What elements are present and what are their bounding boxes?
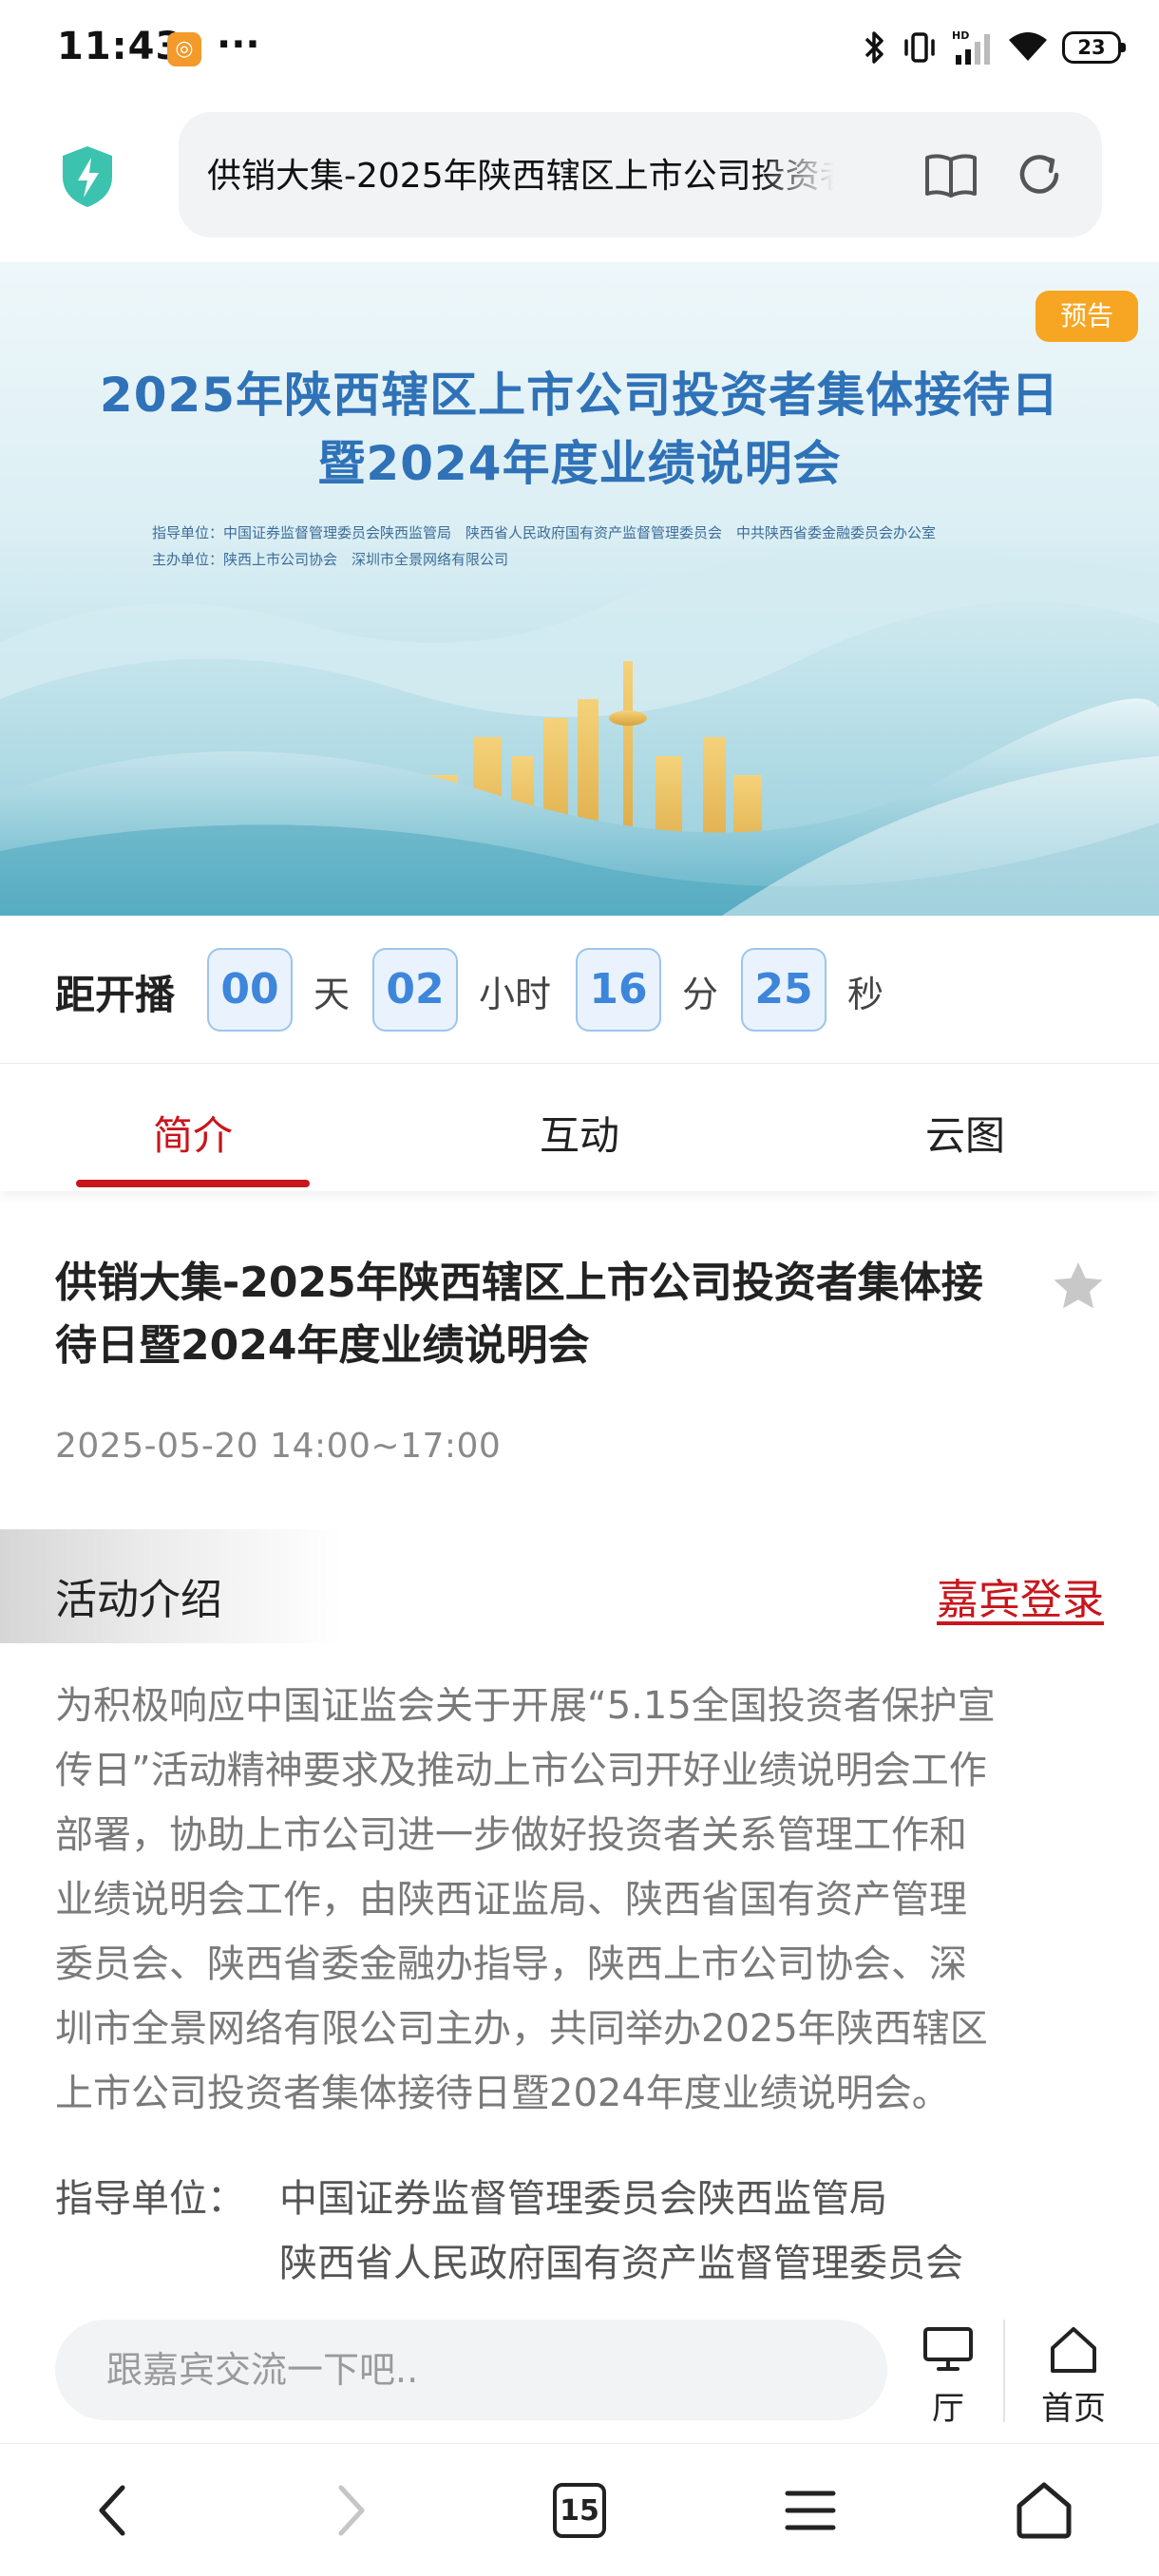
status-bar: 11:43 ◎ ··· HD 23 [0,0,1159,99]
event-banner: 预告 2025年陕西辖区上市公司投资者集体接待日 暨2024年度业绩说明会 指导… [0,262,1159,916]
live-countdown: 距开播 00 天 02 小时 16 分 25 秒 [0,916,1159,1064]
preview-badge: 预告 [1036,291,1138,342]
home-icon [1051,2327,1096,2373]
banner-host-orgs: 主办单位：陕西上市公司协会 深圳市全景网络有限公司 [152,551,509,568]
guide-unit-item: 陕西省人民政府国有资产监督管理委员会 [279,2242,963,2285]
countdown-hours-unit: 小时 [479,974,552,1015]
intro-line: 上市公司投资者集体接待日暨2024年度业绩说明会。 [55,2072,950,2115]
battery-indicator: 23 [1062,31,1126,64]
favorite-star-icon[interactable] [1051,1260,1106,1313]
tabs-button[interactable]: 15 [537,2472,622,2548]
forward-button[interactable] [308,2472,393,2548]
content-tabs: 简介 互动 云图 [0,1064,1159,1191]
intro-line: 部署，协助上市公司进一步做好投资者关系管理工作和 [55,1813,967,1857]
countdown-label: 距开播 [55,972,176,1018]
active-tab-indicator [76,1180,310,1187]
hall-label: 厅 [932,2390,964,2428]
monitor-icon [923,2327,973,2371]
tab-cloud-map[interactable]: 云图 [842,1104,1089,1162]
tab-intro[interactable]: 简介 [69,1104,316,1162]
bluetooth-icon [864,31,884,64]
reload-icon[interactable] [1015,150,1064,199]
menu-button[interactable] [768,2472,853,2548]
intro-line: 业绩说明会工作，由陕西证监局、陕西省国有资产管理 [55,1878,967,1922]
activity-section-header: 活动介绍 嘉宾登录 [0,1529,1159,1643]
chevron-left-icon [99,2485,125,2536]
svg-text:HD: HD [952,29,969,42]
browser-bottom-nav: 15 [0,2443,1159,2576]
home-label: 首页 [1041,2390,1106,2428]
home-button[interactable]: 首页 [1028,2321,1119,2428]
countdown-seconds: 25 [741,948,826,1032]
event-datetime: 2025-05-20 14:00~17:00 [55,1427,502,1466]
notification-app-icon: ◎ [167,32,201,66]
status-indicators: HD 23 [863,27,1126,68]
banner-guide-orgs: 指导单位：中国证券监督管理委员会陕西监管局 陕西省人民政府国有资产监督管理委员会… [152,524,937,541]
url-text[interactable]: 供销大集-2025年陕西辖区上市公司投资者集体接待日暨2024年度业绩说明会 [207,148,834,201]
status-more-icon: ··· [217,23,260,66]
back-button[interactable] [70,2472,156,2548]
comment-bar: 厅 首页 [0,2301,1159,2443]
intro-line: 传日”活动精神要求及推动上市公司开好业绩说明会工作 [55,1749,987,1792]
countdown-days: 00 [207,948,293,1032]
comment-input[interactable] [55,2320,887,2420]
countdown-minutes-unit: 分 [682,974,719,1015]
guest-login-link[interactable]: 嘉宾登录 [937,1565,1104,1626]
tab-count: 15 [553,2483,606,2538]
reader-mode-icon[interactable] [923,150,978,199]
tab-interaction[interactable]: 互动 [456,1104,703,1162]
house-icon [1016,2482,1072,2539]
countdown-hours: 02 [372,948,458,1032]
article-title: 供销大集-2025年陕西辖区上市公司投资者集体接待日暨2024年度业绩说明会 [55,1259,983,1370]
activity-intro-text: 为积极响应中国证监会关于开展“5.15全国投资者保护宣 传日”活动精神要求及推动… [55,1674,1110,2126]
vibrate-icon [904,32,935,63]
security-shield-icon[interactable] [59,144,116,209]
chevron-right-icon [338,2485,365,2536]
status-time: 11:43 [57,25,183,68]
browser-address-row: 供销大集-2025年陕西辖区上市公司投资者集体接待日暨2024年度业绩说明会 [0,99,1159,262]
intro-line: 为积极响应中国证监会关于开展“5.15全国投资者保护宣 [55,1684,996,1728]
address-bar[interactable]: 供销大集-2025年陕西辖区上市公司投资者集体接待日暨2024年度业绩说明会 [179,112,1102,237]
countdown-minutes: 16 [576,948,661,1032]
guide-unit-item: 中国证券监督管理委员会陕西监管局 [279,2177,887,2221]
countdown-seconds-unit: 秒 [847,974,884,1015]
banner-title-line1: 2025年陕西辖区上市公司投资者集体接待日 [99,368,1060,423]
intro-line: 圳市全景网络有限公司主办，共同举办2025年陕西辖区 [55,2007,988,2051]
hall-button[interactable]: 厅 [910,2321,986,2428]
banner-title-line2: 暨2024年度业绩说明会 [317,436,842,491]
cellular-signal-icon: HD [952,29,990,65]
browser-home-button[interactable] [1001,2472,1087,2548]
intro-line: 委员会、陕西省委金融办指导，陕西上市公司协会、深 [55,1942,967,1986]
comment-bar-divider [1003,2320,1005,2422]
countdown-days-unit: 天 [314,974,351,1015]
hamburger-menu-icon [785,2491,836,2530]
section-title: 活动介绍 [55,1576,222,1624]
wifi-icon [1009,32,1047,61]
guide-units-label: 指导单位： [55,2177,245,2221]
